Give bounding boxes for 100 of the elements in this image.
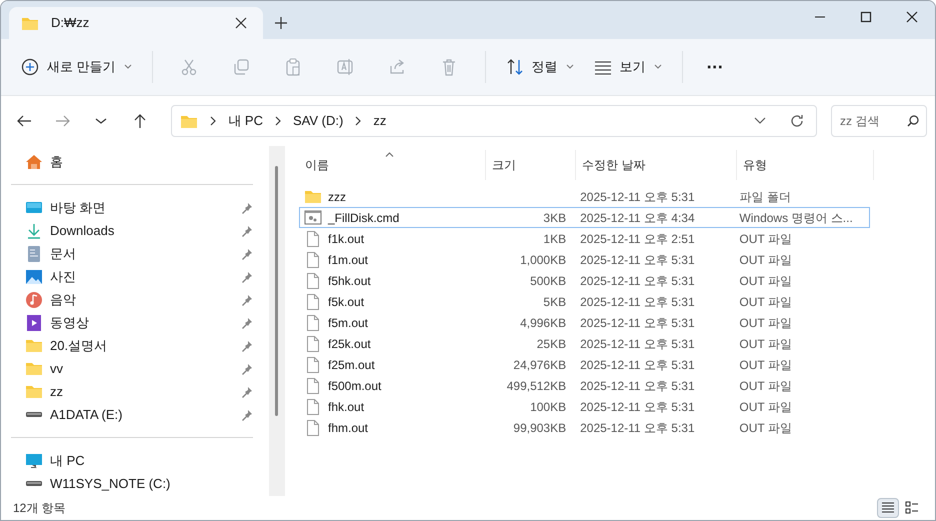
- file-size: 99,903KB: [513, 420, 566, 434]
- script-file-icon: [304, 208, 322, 226]
- search-field[interactable]: zz 검색: [831, 105, 928, 137]
- chevron-right-icon: [355, 116, 362, 126]
- sidebar-item[interactable]: 20.설명서: [25, 334, 253, 357]
- file-name: f500m.out: [328, 378, 382, 394]
- sidebar-item[interactable]: zz: [25, 380, 253, 403]
- breadcrumb[interactable]: 내 PC: [228, 111, 263, 131]
- sidebar-item[interactable]: 음악: [25, 288, 253, 311]
- copy-icon: [232, 58, 250, 76]
- file-name: f1k.out: [328, 230, 364, 248]
- file-type: 파일 폴더: [739, 190, 791, 204]
- file-icon: [304, 292, 322, 310]
- file-type: OUT 파일: [739, 420, 792, 434]
- file-row[interactable]: f5hk.out 500KB 2025-12-11 오후 5:31 OUT 파일: [299, 270, 870, 291]
- new-button[interactable]: 새로 만들기: [13, 49, 140, 85]
- download-icon: [25, 222, 43, 240]
- chevron-down-icon: [566, 64, 574, 70]
- file-name: f1m.out: [328, 252, 368, 268]
- breadcrumb[interactable]: zz: [373, 111, 386, 131]
- file-name: f5m.out: [328, 314, 368, 332]
- file-icon: [304, 334, 322, 352]
- music-icon: [25, 290, 43, 308]
- file-name: fhk.out: [328, 398, 364, 416]
- file-icon: [304, 314, 322, 332]
- chevron-down-icon: [754, 117, 766, 125]
- file-icon: [304, 418, 322, 436]
- file-size: 499,512KB: [506, 378, 566, 392]
- file-icon: [304, 356, 322, 374]
- file-size: 5KB: [543, 294, 566, 308]
- file-name: _FillDisk.cmd: [328, 210, 400, 226]
- file-date: 2025-12-11 오후 5:31: [580, 316, 695, 330]
- tab[interactable]: D:₩zz: [9, 7, 263, 39]
- refresh-icon: [790, 114, 804, 128]
- file-size: 1KB: [543, 232, 566, 246]
- file-name: f5k.out: [328, 294, 364, 310]
- file-type: OUT 파일: [739, 232, 792, 246]
- file-type: OUT 파일: [739, 358, 792, 372]
- file-row[interactable]: f5k.out 5KB 2025-12-11 오후 5:31 OUT 파일: [299, 291, 870, 312]
- file-date: 2025-12-11 오후 5:31: [580, 190, 695, 204]
- view-button[interactable]: 보기: [586, 49, 670, 85]
- file-type: Windows 명령어 스...: [739, 210, 853, 224]
- file-icon: [304, 398, 322, 416]
- chevron-down-icon: [124, 64, 132, 70]
- share-icon: [388, 58, 406, 76]
- sidebar-item[interactable]: 문서: [25, 242, 253, 265]
- more-button[interactable]: ···: [694, 49, 736, 85]
- file-size: 4,996KB: [520, 316, 566, 330]
- file-type: OUT 파일: [739, 400, 792, 414]
- file-date: 2025-12-11 오후 5:31: [580, 378, 695, 392]
- file-name: f25k.out: [328, 336, 371, 352]
- forward-icon: [54, 113, 71, 129]
- sidebar-item[interactable]: A1DATA (E:): [25, 403, 253, 426]
- column-header[interactable]: 유형: [737, 150, 874, 180]
- sort-button[interactable]: 정렬: [498, 49, 582, 85]
- sidebar-item[interactable]: 바탕 화면: [25, 196, 253, 219]
- file-type: OUT 파일: [739, 274, 792, 288]
- file-row[interactable]: f1m.out 1,000KB 2025-12-11 오후 5:31 OUT 파일: [299, 249, 870, 270]
- sidebar-item[interactable]: 내 PC: [25, 449, 253, 472]
- file-date: 2025-12-11 오후 5:31: [580, 400, 695, 414]
- sidebar-item[interactable]: Downloads: [25, 219, 253, 242]
- close-icon: [235, 17, 247, 29]
- breadcrumb[interactable]: SAV (D:): [292, 111, 344, 131]
- address-bar[interactable]: 내 PC SAV (D:) zz: [171, 105, 818, 137]
- file-row[interactable]: _FillDisk.cmd 3KB 2025-12-11 오후 4:34 Windows 명령어 스...: [299, 207, 870, 228]
- folder-icon: [21, 15, 39, 31]
- file-type: OUT 파일: [739, 252, 792, 266]
- column-header[interactable]: 이름: [299, 150, 486, 180]
- file-row[interactable]: fhm.out 99,903KB 2025-12-11 오후 5:31 OUT 파일: [299, 417, 870, 438]
- picture-icon: [25, 268, 43, 286]
- tiles-view-icon: [904, 500, 920, 516]
- chevron-right-icon: [210, 116, 216, 126]
- chevron-down-icon: [654, 64, 662, 70]
- back-icon: [16, 113, 32, 129]
- column-header[interactable]: 크기: [486, 150, 576, 180]
- sidebar-item[interactable]: vv: [25, 357, 253, 380]
- sidebar-item[interactable]: 홈: [25, 150, 253, 173]
- file-row[interactable]: f5m.out 4,996KB 2025-12-11 오후 5:31 OUT 파일: [299, 312, 870, 333]
- file-name: zzz: [328, 188, 346, 206]
- file-row[interactable]: f500m.out 499,512KB 2025-12-11 오후 5:31 OUT 파일: [299, 375, 870, 396]
- file-type: OUT 파일: [739, 316, 792, 330]
- sidebar-item[interactable]: W11SYS_NOTE (C:): [25, 472, 253, 495]
- file-row[interactable]: zzz 2025-12-11 오후 5:31 파일 폴더: [299, 186, 870, 207]
- rename-icon: [336, 58, 354, 76]
- file-row[interactable]: fhk.out 100KB 2025-12-11 오후 5:31 OUT 파일: [299, 396, 870, 417]
- file-type: OUT 파일: [739, 378, 792, 392]
- sidebar-item[interactable]: 동영상: [25, 311, 253, 334]
- file-date: 2025-12-11 오후 4:34: [580, 210, 695, 224]
- view-toggle[interactable]: [877, 498, 899, 518]
- file-row[interactable]: f25k.out 25KB 2025-12-11 오후 5:31 OUT 파일: [299, 333, 870, 354]
- sidebar-item[interactable]: 사진: [25, 265, 253, 288]
- file-date: 2025-12-11 오후 2:51: [580, 232, 695, 246]
- file-row[interactable]: f1k.out 1KB 2025-12-11 오후 2:51 OUT 파일: [299, 228, 870, 249]
- file-row[interactable]: f25m.out 24,976KB 2025-12-11 오후 5:31 OUT 파일: [299, 354, 870, 375]
- scrollbar[interactable]: [269, 146, 285, 496]
- sort-caret-icon: [385, 152, 394, 157]
- file-date: 2025-12-11 오후 5:31: [580, 420, 695, 434]
- sort-arrows-icon: [506, 58, 524, 76]
- file-size: 24,976KB: [513, 358, 566, 372]
- column-header[interactable]: 수정한 날짜: [576, 150, 737, 180]
